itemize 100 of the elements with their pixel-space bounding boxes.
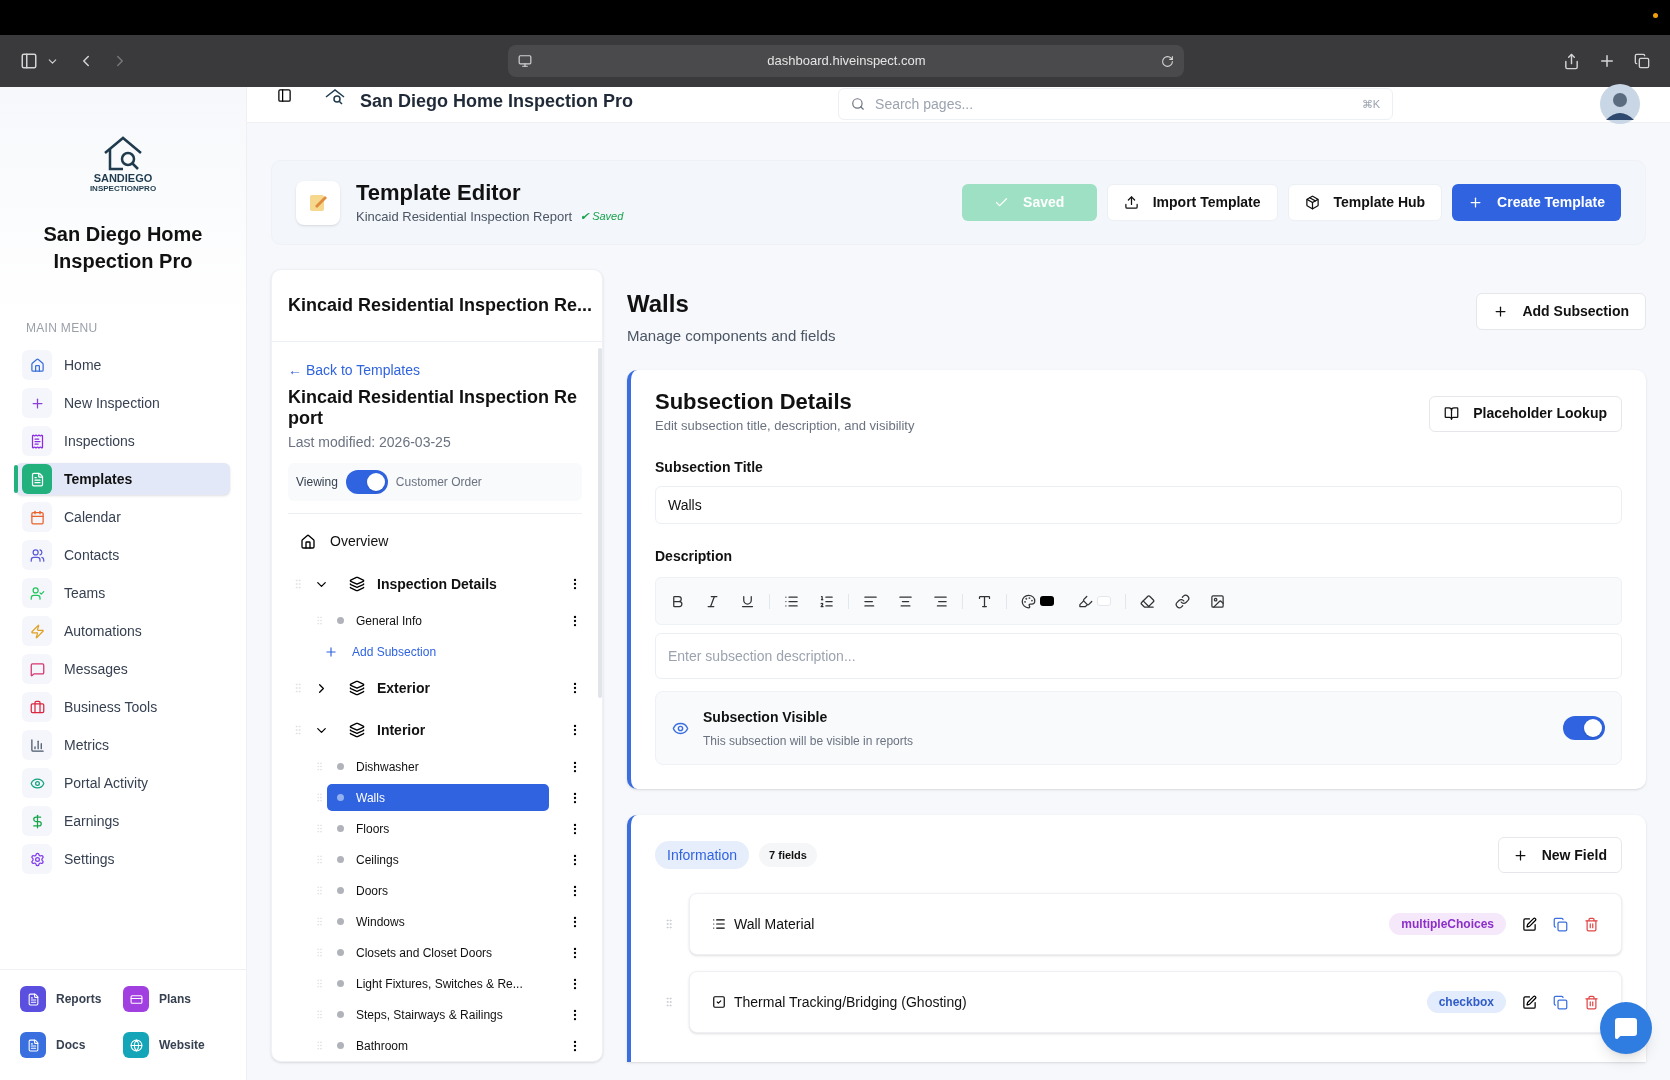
new-field-button[interactable]: New Field: [1497, 837, 1622, 873]
section-item[interactable]: Interior: [377, 719, 426, 741]
drag-handle-icon[interactable]: [292, 724, 304, 736]
drag-handle-icon[interactable]: [663, 918, 675, 930]
nav-item[interactable]: Templates: [16, 463, 230, 495]
subsection-item[interactable]: Windows: [327, 908, 549, 935]
nav-item[interactable]: Calendar: [16, 501, 230, 533]
nav-item[interactable]: New Inspection: [16, 387, 230, 419]
description-field[interactable]: Enter subsection description...: [655, 633, 1622, 679]
align-left-icon[interactable]: [863, 593, 878, 609]
link-icon[interactable]: [1175, 593, 1190, 609]
nav-item[interactable]: Inspections: [16, 425, 230, 457]
visibility-description: This subsection will be visible in reports: [703, 732, 915, 750]
trash-icon[interactable]: [1584, 994, 1599, 1010]
nav-item[interactable]: Teams: [16, 577, 230, 609]
order-toggle[interactable]: [345, 470, 388, 495]
highlight-color-swatch[interactable]: [1097, 596, 1111, 606]
text-color-swatch[interactable]: [1040, 596, 1054, 606]
drag-handle-icon[interactable]: [314, 978, 325, 989]
align-center-icon[interactable]: [898, 593, 913, 609]
drag-handle-icon[interactable]: [292, 578, 304, 590]
numbered-list-icon[interactable]: [819, 593, 834, 609]
plus-icon: [1493, 304, 1509, 319]
copy-icon[interactable]: [1553, 994, 1568, 1010]
drag-handle-icon[interactable]: [314, 1040, 325, 1051]
image-icon[interactable]: [1210, 593, 1225, 609]
toolbar-button[interactable]: Create Template: [1452, 184, 1621, 221]
field-row[interactable]: Thermal Tracking/Bridging (Ghosting) checkbox: [689, 971, 1622, 1033]
italic-icon[interactable]: [705, 593, 720, 609]
subsection-item[interactable]: Ceilings: [327, 846, 549, 873]
new-tab-icon[interactable]: [1598, 52, 1616, 70]
drag-handle-icon[interactable]: [314, 916, 325, 927]
overview-item[interactable]: Overview: [288, 526, 582, 557]
toolbar-button[interactable]: Import Template: [1106, 184, 1278, 221]
text-size-icon[interactable]: [977, 593, 992, 609]
nav-item[interactable]: Home: [16, 349, 230, 381]
sidebar-icon[interactable]: [20, 52, 38, 70]
subsection-item[interactable]: Dishwasher: [327, 753, 549, 780]
quick-link[interactable]: Docs: [20, 1032, 123, 1058]
subsection-item[interactable]: Bathroom: [327, 1032, 549, 1059]
plus-icon: [1468, 195, 1484, 210]
tabs-icon[interactable]: [1634, 53, 1650, 69]
highlighter-icon[interactable]: [1078, 593, 1093, 609]
avatar[interactable]: [1600, 84, 1640, 124]
quick-link[interactable]: Plans: [123, 986, 226, 1012]
drag-handle-icon[interactable]: [314, 792, 325, 803]
toolbar-button[interactable]: Template Hub: [1287, 184, 1443, 221]
drag-handle-icon[interactable]: [314, 854, 325, 865]
bullet-list-icon[interactable]: [784, 593, 799, 609]
drag-handle-icon[interactable]: [314, 947, 325, 958]
title-field[interactable]: Walls: [655, 486, 1622, 524]
add-subsection-link[interactable]: Add Subsection: [324, 636, 582, 667]
trash-icon[interactable]: [1584, 916, 1599, 932]
information-tab[interactable]: Information: [655, 841, 750, 869]
nav-item[interactable]: Automations: [16, 615, 230, 647]
placeholder-lookup-button[interactable]: Placeholder Lookup: [1429, 395, 1622, 432]
drag-handle-icon[interactable]: [314, 761, 325, 772]
underline-icon[interactable]: [740, 593, 755, 609]
drag-handle-icon[interactable]: [314, 885, 325, 896]
section-item[interactable]: Exterior: [377, 677, 430, 699]
add-subsection-button[interactable]: Add Subsection: [1476, 293, 1646, 330]
visibility-toggle[interactable]: [1563, 716, 1605, 740]
bold-icon[interactable]: [670, 593, 685, 609]
nav-item[interactable]: Earnings: [16, 805, 230, 837]
back-link[interactable]: ← Back to Templates: [288, 360, 582, 381]
bar-chart-icon: [29, 737, 45, 753]
nav-item[interactable]: Settings: [16, 843, 230, 875]
subsection-item[interactable]: Doors: [327, 877, 549, 904]
field-row[interactable]: Wall Material multipleChoices: [689, 893, 1622, 955]
subsection-item[interactable]: Walls: [327, 784, 549, 811]
nav-item[interactable]: Messages: [16, 653, 230, 685]
subsection-item[interactable]: Steps, Stairways & Railings: [327, 1001, 549, 1028]
address-bar[interactable]: dashboard.hiveinspect.com: [508, 45, 1184, 77]
nav-item[interactable]: Portal Activity: [16, 767, 230, 799]
drag-handle-icon[interactable]: [292, 682, 304, 694]
nav-item[interactable]: Metrics: [16, 729, 230, 761]
nav-item[interactable]: Business Tools: [16, 691, 230, 723]
copy-icon[interactable]: [1553, 916, 1568, 932]
share-icon[interactable]: [1563, 52, 1580, 70]
subsection-item[interactable]: General Info: [327, 607, 549, 634]
drag-handle-icon[interactable]: [314, 615, 325, 626]
subsection-item[interactable]: Light Fixtures, Switches & Re...: [327, 970, 549, 997]
drag-handle-icon[interactable]: [663, 996, 675, 1008]
quick-link[interactable]: Reports: [20, 986, 123, 1012]
subsection-item[interactable]: Closets and Closet Doors: [327, 939, 549, 966]
eraser-icon[interactable]: [1140, 593, 1155, 609]
nav-item[interactable]: Contacts: [16, 539, 230, 571]
reload-icon[interactable]: [1161, 54, 1174, 68]
align-right-icon[interactable]: [933, 593, 948, 609]
chat-icon: [29, 661, 45, 677]
edit-icon[interactable]: [1522, 994, 1537, 1010]
quick-link[interactable]: Website: [123, 1032, 226, 1058]
section-item[interactable]: Inspection Details: [377, 573, 497, 595]
edit-icon[interactable]: [1522, 916, 1537, 932]
brand-name: San Diego Home Inspection Pro: [42, 222, 204, 274]
drag-handle-icon[interactable]: [314, 1009, 325, 1020]
subsection-item[interactable]: Floors: [327, 815, 549, 842]
palette-icon[interactable]: [1021, 593, 1036, 609]
sidebar-toggle-icon[interactable]: [277, 88, 292, 103]
drag-handle-icon[interactable]: [314, 823, 325, 834]
